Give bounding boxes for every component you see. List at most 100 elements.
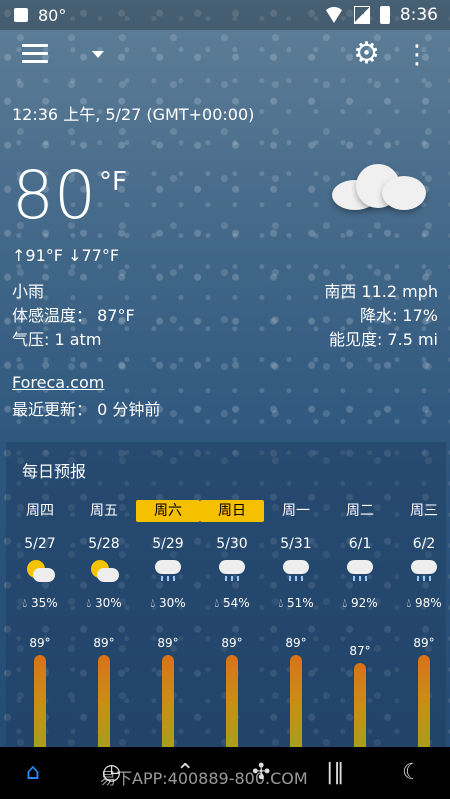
conditions-left: 小雨 体感温度： 87°F 气压: 1 atm: [12, 280, 135, 352]
high-low: ↑91°F ↓77°F: [12, 246, 119, 265]
day-name: 周三: [410, 503, 438, 519]
cloud-icon: [332, 158, 428, 214]
signal-icon: [353, 6, 370, 24]
day-date: 5/27: [24, 536, 56, 552]
temp-bar: [290, 655, 302, 748]
precip-chance: 💧︎ 30%: [72, 596, 136, 611]
cloud-rain-icon: [409, 560, 439, 582]
temp-bar: [98, 655, 110, 748]
precip-value: 98%: [414, 596, 442, 610]
day-name: 周一: [282, 503, 310, 519]
raindrop-icon: 💧︎: [150, 596, 159, 610]
last-updated: 最近更新： 0 分钟前: [12, 400, 161, 419]
forecast-day[interactable]: 周三 6/2 💧︎ 98%: [392, 500, 446, 611]
precip-value: 54%: [222, 596, 250, 610]
day-name: 周四: [26, 503, 54, 519]
temp-bar-column: 89°: [8, 636, 72, 748]
high-temp: ↑91°F: [12, 246, 63, 265]
watermark-text: 易下APP:400889-800.COM: [100, 769, 308, 788]
precip-value: 30%: [94, 596, 122, 610]
forecast-day[interactable]: 周二 6/1 💧︎ 92%: [328, 500, 392, 611]
forecast-day[interactable]: 周四 5/27 💧︎ 35%: [8, 500, 72, 611]
max-temp: 89°: [413, 636, 435, 650]
precip-value: 92%: [350, 596, 378, 610]
moon-icon[interactable]: ☾: [402, 761, 422, 785]
temperature-bars: 89° 89° 89° 89° 89° 87° 89°: [6, 634, 446, 748]
status-temp: 80°: [38, 5, 67, 25]
max-temp: 89°: [93, 636, 115, 650]
forecast-day[interactable]: 周六 5/29 💧︎ 30%: [136, 500, 200, 611]
temp-bar-column: 89°: [72, 636, 136, 748]
day-date: 5/28: [88, 536, 120, 552]
temp-bar-column: 89°: [136, 636, 200, 748]
status-bar: 80° 8:36: [0, 0, 450, 30]
partly-sunny-icon: [25, 560, 55, 582]
temp-bar: [418, 655, 430, 748]
precip-chance: 💧︎ 30%: [136, 596, 200, 611]
max-temp: 89°: [221, 636, 243, 650]
temp-bar-column: 89°: [392, 636, 446, 748]
precip-chance: 💧︎ 98%: [392, 596, 446, 611]
current-temperature: 80: [12, 157, 96, 234]
temp-bar: [162, 655, 174, 748]
day-date: 5/29: [152, 536, 184, 552]
max-temp: 87°: [349, 644, 371, 658]
day-date: 5/30: [216, 536, 248, 552]
battery-icon: [379, 6, 390, 24]
temp-bar: [226, 655, 238, 748]
raindrop-icon: 💧︎: [86, 596, 95, 610]
conditions-right: 南西 11.2 mph 降水: 17% 能见度: 7.5 mi: [324, 280, 438, 352]
day-name: 周五: [90, 503, 118, 519]
partly-sunny-icon: [89, 560, 119, 582]
max-temp: 89°: [285, 636, 307, 650]
day-date: 6/1: [348, 536, 372, 552]
precip-value: 30%: [158, 596, 186, 610]
precip-value: 35%: [30, 596, 58, 610]
temp-bar-column: 87°: [328, 644, 392, 748]
condition-text: 小雨: [12, 282, 45, 301]
more-options-icon[interactable]: ⋮: [404, 42, 430, 68]
dropdown-icon[interactable]: [92, 51, 104, 58]
raindrop-icon: 💧︎: [278, 596, 287, 610]
precip-value: 51%: [286, 596, 314, 610]
visibility: 能见度: 7.5 mi: [328, 330, 438, 349]
settings-icon[interactable]: ⚙: [353, 39, 380, 69]
feels-like: 体感温度： 87°F: [12, 306, 135, 325]
day-name: 周日: [200, 500, 264, 522]
precipitation: 降水: 17%: [359, 306, 438, 325]
max-temp: 89°: [29, 636, 51, 650]
day-name: 周六: [136, 500, 200, 522]
forecast-day[interactable]: 周日 5/30 💧︎ 54%: [200, 500, 264, 611]
pressure: 气压: 1 atm: [12, 330, 102, 349]
precip-chance: 💧︎ 92%: [328, 596, 392, 611]
provider-link[interactable]: Foreca.com: [12, 373, 104, 392]
wind: 南西 11.2 mph: [324, 282, 438, 301]
precip-chance: 💧︎ 51%: [264, 596, 328, 611]
raindrop-icon: 💧︎: [406, 596, 415, 610]
forecast-day[interactable]: 周五 5/28 💧︎ 30%: [72, 500, 136, 611]
temp-bar-column: 89°: [200, 636, 264, 748]
temp-bar: [354, 663, 366, 748]
temperature-unit: °F: [99, 167, 127, 197]
menu-icon[interactable]: [22, 44, 48, 68]
day-date: 5/31: [280, 536, 312, 552]
cloud-rain-icon: [281, 560, 311, 582]
forecast-day[interactable]: 周一 5/31 💧︎ 51%: [264, 500, 328, 611]
local-datetime: 12:36 上午, 5/27 (GMT+00:00): [12, 105, 255, 124]
raindrop-icon: 💧︎: [22, 596, 31, 610]
low-temp: ↓77°F: [68, 246, 120, 265]
raindrop-icon: 💧︎: [214, 596, 223, 610]
bottom-navigation: ⌂ ◷ ⌃ ✣ |‖ ☾ 易下APP:400889-800.COM: [0, 747, 450, 799]
raindrop-icon: 💧︎: [342, 596, 351, 610]
home-icon[interactable]: ⌂: [26, 761, 40, 785]
notification-icon: [14, 8, 28, 22]
bars-icon[interactable]: |‖: [326, 761, 344, 785]
cloud-rain-icon: [153, 560, 183, 582]
day-date: 6/2: [412, 536, 436, 552]
cloud-rain-icon: [217, 560, 247, 582]
precip-chance: 💧︎ 54%: [200, 596, 264, 611]
app-bar: ⚙ ⋮: [0, 38, 450, 72]
max-temp: 89°: [157, 636, 179, 650]
precip-chance: 💧︎ 35%: [8, 596, 72, 611]
temp-bar: [34, 655, 46, 748]
